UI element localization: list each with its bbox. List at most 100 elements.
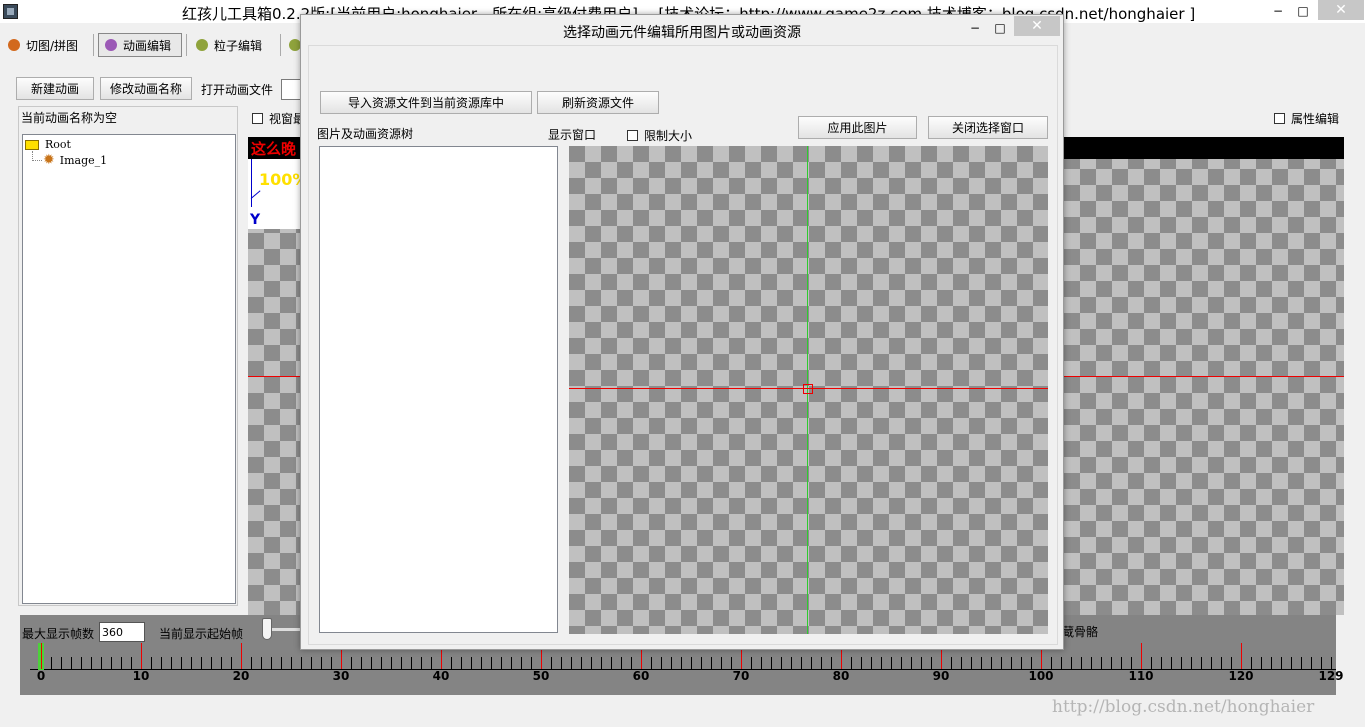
ruler-minor-tick <box>121 657 122 669</box>
ruler-minor-tick <box>361 657 362 669</box>
ruler-minor-tick <box>1021 657 1022 669</box>
ruler-minor-tick <box>1261 657 1262 669</box>
ruler-minor-tick <box>711 657 712 669</box>
ruler-minor-tick <box>461 657 462 669</box>
ruler-minor-tick <box>321 657 322 669</box>
rename-animation-button[interactable]: 修改动画名称 <box>100 77 192 100</box>
ruler-minor-tick <box>831 657 832 669</box>
tree-child-item[interactable]: ✹ Image_1 <box>43 153 107 167</box>
dialog-maximize-button[interactable]: □ <box>990 18 1010 38</box>
tab-slice[interactable]: 切图/拼图 <box>4 33 90 57</box>
max-frames-input[interactable] <box>99 622 145 642</box>
ruler-label: 60 <box>632 669 650 683</box>
tree-child-label: Image_1 <box>59 153 108 167</box>
ruler-minor-tick <box>301 657 302 669</box>
attribute-edit-label: 属性编辑 <box>1291 112 1340 126</box>
divider <box>186 34 187 56</box>
ruler-minor-tick <box>91 657 92 669</box>
ruler-minor-tick <box>431 657 432 669</box>
tree-connector <box>32 160 42 161</box>
close-select-window-button[interactable]: 关闭选择窗口 <box>928 116 1048 139</box>
ruler-minor-tick <box>381 657 382 669</box>
ruler-minor-tick <box>1171 657 1172 669</box>
import-resource-button[interactable]: 导入资源文件到当前资源库中 <box>320 91 532 114</box>
checkbox-box <box>627 130 638 141</box>
apply-image-button[interactable]: 应用此图片 <box>798 116 917 139</box>
main-toolbar: 切图/拼图 动画编辑 粒子编辑 <box>0 30 320 60</box>
ruler-minor-tick <box>511 657 512 669</box>
ruler-label: 40 <box>432 669 450 683</box>
ruler-minor-tick <box>1291 657 1292 669</box>
animation-tree[interactable]: Root ✹ Image_1 <box>22 134 236 604</box>
ruler-minor-tick <box>131 657 132 669</box>
ruler-minor-tick <box>1001 657 1002 669</box>
limit-size-label: 限制大小 <box>644 129 693 143</box>
limit-size-checkbox[interactable]: 限制大小 <box>627 127 692 144</box>
tab-particle[interactable]: 粒子编辑 <box>192 33 276 57</box>
ruler-minor-tick <box>551 657 552 669</box>
minimize-button[interactable]: − <box>1268 2 1288 20</box>
maximize-button[interactable]: □ <box>1293 2 1313 20</box>
dialog-close-button[interactable]: ✕ <box>1014 16 1060 36</box>
ruler-minor-tick <box>961 657 962 669</box>
tab-animation[interactable]: 动画编辑 <box>98 33 182 57</box>
tree-root-item[interactable]: Root <box>25 138 71 151</box>
ruler-minor-tick <box>81 657 82 669</box>
open-animation-label: 打开动画文件 <box>201 83 274 97</box>
ruler-minor-tick <box>601 657 602 669</box>
current-animation-name: 当前动画名称为空 <box>21 111 118 125</box>
ruler-minor-tick <box>781 657 782 669</box>
ruler-minor-tick <box>731 657 732 669</box>
ruler-minor-tick <box>291 657 292 669</box>
tab-particle-label: 粒子编辑 <box>214 38 263 53</box>
y-axis-label: Y <box>250 212 261 228</box>
new-animation-button[interactable]: 新建动画 <box>16 77 94 100</box>
open-animation-input[interactable] <box>281 79 301 100</box>
ruler-minor-tick <box>451 657 452 669</box>
ruler-minor-tick <box>1071 657 1072 669</box>
close-button[interactable]: ✕ <box>1318 0 1364 20</box>
ruler-minor-tick <box>721 657 722 669</box>
ruler-minor-tick <box>491 657 492 669</box>
attribute-edit-checkbox[interactable]: 属性编辑 <box>1274 110 1339 127</box>
ruler-minor-tick <box>571 657 572 669</box>
ruler-minor-tick <box>1251 657 1252 669</box>
ruler-minor-tick <box>1131 657 1132 669</box>
ruler-label: 10 <box>132 669 150 683</box>
ruler-minor-tick <box>151 657 152 669</box>
preview-canvas[interactable] <box>569 146 1048 634</box>
start-frame-slider-thumb[interactable] <box>262 618 272 640</box>
app-icon <box>3 4 18 19</box>
ruler-minor-tick <box>991 657 992 669</box>
ruler-minor-tick <box>981 657 982 669</box>
ruler-minor-tick <box>111 657 112 669</box>
ruler-minor-tick <box>691 657 692 669</box>
ruler-minor-tick <box>801 657 802 669</box>
ruler-minor-tick <box>1081 657 1082 669</box>
ruler-minor-tick <box>791 657 792 669</box>
ruler-label: 30 <box>332 669 350 683</box>
ruler-minor-tick <box>1161 657 1162 669</box>
ruler-label: 20 <box>232 669 250 683</box>
dialog-minimize-button[interactable]: − <box>965 18 985 38</box>
divider <box>93 34 94 56</box>
ruler-label: 110 <box>1128 669 1154 683</box>
viewport-checkbox[interactable]: 视窗最 <box>252 110 305 127</box>
ruler-minor-tick <box>1101 657 1102 669</box>
refresh-resource-button[interactable]: 刷新资源文件 <box>537 91 659 114</box>
ruler-minor-tick <box>761 657 762 669</box>
ruler-label: 120 <box>1228 669 1254 683</box>
ruler-minor-tick <box>71 657 72 669</box>
ruler-minor-tick <box>201 657 202 669</box>
resource-tree[interactable] <box>319 146 558 633</box>
max-frames-label: 最大显示帧数 <box>22 627 95 641</box>
ruler-minor-tick <box>1151 657 1152 669</box>
ruler-minor-tick <box>271 657 272 669</box>
ruler-major-tick <box>41 643 42 669</box>
ruler-minor-tick <box>1051 657 1052 669</box>
ruler-minor-tick <box>221 657 222 669</box>
start-frame-slider-track[interactable] <box>272 628 302 631</box>
ruler-minor-tick <box>411 657 412 669</box>
ruler-label: 0 <box>36 669 46 683</box>
ruler-minor-tick <box>421 657 422 669</box>
